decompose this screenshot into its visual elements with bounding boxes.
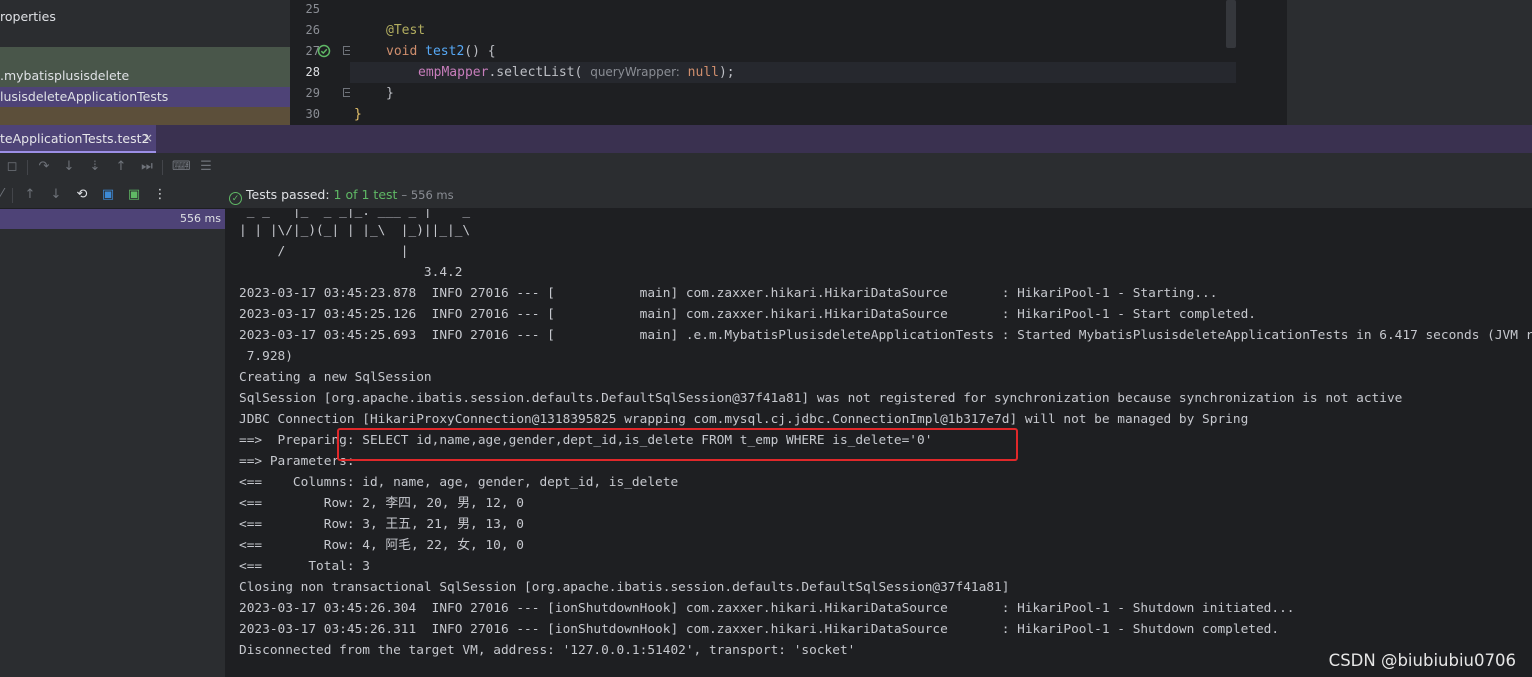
tree-item-test-class[interactable]: lusisdeleteApplicationTests	[0, 87, 290, 107]
console-line: <== Total: 3	[239, 559, 370, 574]
console-line: JDBC Connection [HikariProxyConnection@1…	[239, 412, 1249, 427]
tree-item-partial	[0, 107, 290, 125]
console-line: 3.4.2	[239, 265, 463, 280]
console-line: / |	[239, 244, 409, 259]
console-line: Disconnected from the target VM, address…	[239, 643, 856, 658]
code-end: );	[718, 65, 735, 80]
console-line: SqlSession [org.apache.ibatis.session.de…	[239, 391, 1403, 406]
test-status: ✓ Tests passed: 1 of 1 test – 556 ms	[229, 187, 454, 205]
line-number: 28	[305, 65, 320, 79]
test-pass-icon: ✓	[229, 192, 242, 205]
field-name: empMapper	[418, 65, 489, 80]
method-name: test2	[425, 44, 465, 59]
console-line: 7.928)	[239, 349, 293, 364]
test-toolbar: ⁄ ↑ ↓ ⟲ ▣ ▣ ⋮ ✓ Tests passed: 1 of 1 test…	[0, 181, 1532, 209]
code-line-26: @Test	[386, 20, 425, 41]
sort-down-icon[interactable]: ↓	[48, 187, 64, 203]
tree-item-label: roperties	[0, 9, 56, 24]
console-line: <== Row: 4, 阿毛, 22, 女, 10, 0	[239, 538, 524, 553]
console-line: Closing non transactional SqlSession [or…	[239, 580, 1010, 595]
console-line: 2023-03-17 03:45:23.878 INFO 27016 --- […	[239, 286, 1218, 301]
status-prefix: Tests passed:	[246, 187, 330, 202]
test-pass-gutter-icon[interactable]	[317, 44, 331, 58]
sql-highlight-box	[337, 428, 1018, 461]
force-step-into-icon[interactable]: ⇣	[87, 159, 103, 175]
code-line-30: }	[354, 104, 362, 125]
tree-item-properties[interactable]: roperties	[0, 7, 290, 27]
test-result-row[interactable]: 556 ms	[0, 209, 225, 229]
import-icon[interactable]: ▣	[100, 187, 116, 203]
history-icon[interactable]: ⟲	[74, 187, 90, 203]
line-number: 25	[305, 2, 320, 16]
toolbar-divider	[162, 160, 163, 175]
keyword: void	[386, 44, 418, 59]
console-line: <== Columns: id, name, age, gender, dept…	[239, 475, 679, 490]
param-hint: queryWrapper:	[590, 65, 680, 79]
project-tree: roperties .mybatisplusisdelete lusisdele…	[0, 0, 290, 125]
step-over-icon[interactable]: ↷	[36, 159, 52, 175]
tree-item-package[interactable]: .mybatisplusisdelete	[0, 66, 290, 86]
console-line: 2023-03-17 03:45:26.311 INFO 27016 --- […	[239, 622, 1280, 637]
close-icon[interactable]: ×	[143, 131, 153, 145]
step-out-icon[interactable]: ↑	[113, 159, 129, 175]
null-literal: null	[687, 65, 719, 80]
console-line: <== Row: 3, 王五, 21, 男, 13, 0	[239, 517, 524, 532]
console-line: 2023-03-17 03:45:25.126 INFO 27016 --- […	[239, 307, 1256, 322]
watermark: CSDN @biubiubiu0706	[1328, 651, 1516, 670]
line-number: 29	[305, 86, 320, 100]
console-line: 2023-03-17 03:45:26.304 INFO 27016 --- […	[239, 601, 1295, 616]
tree-item-label: lusisdeleteApplicationTests	[0, 89, 169, 104]
code-line-29: }	[386, 83, 394, 104]
code-text: }	[386, 86, 394, 101]
editor-gutter: 25 26 27 28 29 30	[292, 0, 352, 125]
sort-up-icon[interactable]: ↑	[22, 187, 38, 203]
status-passed-count: 1 of 1 test	[333, 187, 398, 202]
test-duration: 556 ms	[180, 212, 221, 225]
console-icon[interactable]: ⌨	[172, 159, 191, 175]
editor-scrollbar[interactable]	[1226, 0, 1236, 48]
test-results-tree: 556 ms	[0, 209, 225, 677]
line-number: 27	[305, 44, 320, 58]
filter-icon[interactable]: ⁄	[0, 187, 10, 203]
settings-list-icon[interactable]: ☰	[198, 159, 214, 175]
console-line: Creating a new SqlSession	[239, 370, 432, 385]
step-into-icon[interactable]: ↓	[61, 159, 77, 175]
console-line: <== Row: 2, 李四, 20, 男, 12, 0	[239, 496, 524, 511]
toolbar-divider	[12, 188, 13, 203]
right-panel	[1287, 0, 1532, 125]
line-number: 30	[305, 107, 320, 121]
code-line-28: empMapper.selectList( queryWrapper: null…	[418, 62, 735, 83]
console-line: 2023-03-17 03:45:25.693 INFO 27016 --- […	[239, 328, 1532, 343]
code-text: }	[354, 107, 362, 122]
toolbar-divider	[27, 160, 28, 175]
more-icon[interactable]: ⋮	[152, 187, 168, 203]
console-line: | | |\/|_)(_| | |_\ |_)||_|_\	[239, 223, 471, 238]
status-duration: – 556 ms	[401, 188, 454, 202]
code-rest: () {	[464, 44, 496, 59]
code-line-27: void test2() {	[386, 41, 496, 62]
method-call: .selectList(	[488, 65, 583, 80]
export-icon[interactable]: ▣	[126, 187, 142, 203]
tree-item-label: .mybatisplusisdelete	[0, 68, 130, 83]
annotation: @Test	[386, 23, 426, 38]
run-tab-label: teApplicationTests.test2	[0, 131, 150, 146]
stop-icon[interactable]: ◻	[4, 159, 20, 175]
run-to-cursor-icon[interactable]: ⏭	[139, 159, 155, 175]
debug-toolbar: ◻ ↷ ↓ ⇣ ↑ ⏭ ⌨ ☰	[0, 153, 1532, 181]
run-tab-bar: teApplicationTests.test2 ×	[0, 125, 1532, 153]
run-tab[interactable]: teApplicationTests.test2 ×	[0, 125, 156, 153]
line-number: 26	[305, 23, 320, 37]
code-editor[interactable]: @Test void test2() { empMapper.selectLis…	[350, 0, 1287, 125]
